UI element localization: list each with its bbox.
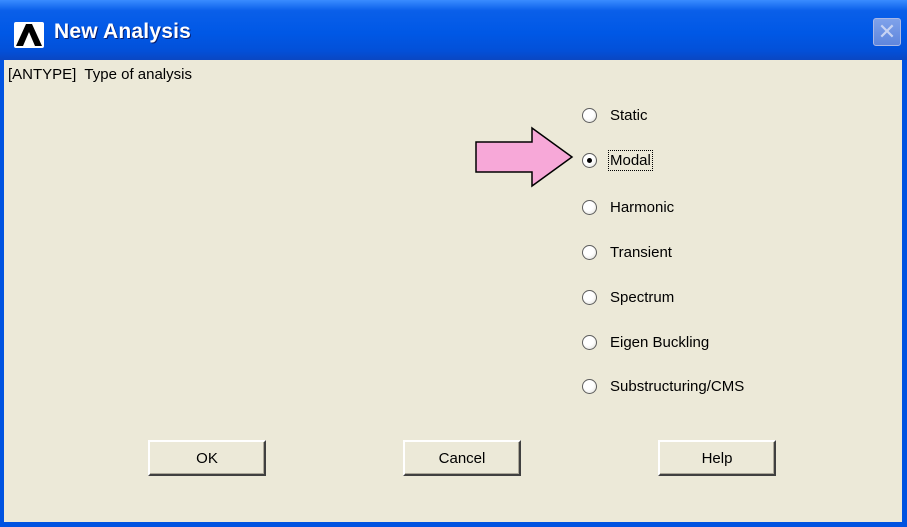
option-harmonic[interactable]: Harmonic bbox=[582, 196, 674, 218]
radio-modal[interactable] bbox=[582, 152, 597, 168]
option-modal[interactable]: Modal bbox=[582, 149, 653, 171]
radio-spectrum[interactable] bbox=[582, 289, 597, 305]
option-substructuring-cms-label: Substructuring/CMS bbox=[610, 377, 745, 395]
help-button[interactable]: Help bbox=[658, 440, 776, 476]
ansys-logo-icon bbox=[14, 22, 44, 48]
option-static[interactable]: Static bbox=[582, 104, 648, 126]
option-harmonic-label: Harmonic bbox=[610, 198, 675, 216]
option-spectrum[interactable]: Spectrum bbox=[582, 286, 674, 308]
option-spectrum-label: Spectrum bbox=[610, 288, 675, 306]
option-eigen-buckling[interactable]: Eigen Buckling bbox=[582, 331, 709, 353]
radio-substructuring-cms[interactable] bbox=[582, 378, 597, 394]
radio-harmonic[interactable] bbox=[582, 199, 597, 215]
radio-eigen-buckling[interactable] bbox=[582, 334, 597, 350]
option-transient[interactable]: Transient bbox=[582, 241, 672, 263]
pointer-arrow-annotation bbox=[475, 126, 574, 188]
option-modal-label: Modal bbox=[608, 149, 653, 171]
option-static-label: Static bbox=[610, 106, 648, 124]
cancel-button[interactable]: Cancel bbox=[403, 440, 521, 476]
dialog-body: [ANTYPE] Type of analysis Static Modal H… bbox=[4, 60, 902, 522]
option-substructuring-cms[interactable]: Substructuring/CMS bbox=[582, 375, 744, 397]
option-transient-label: Transient bbox=[610, 243, 672, 261]
title-bar[interactable]: New Analysis ✕ bbox=[0, 0, 907, 60]
close-button[interactable]: ✕ bbox=[873, 18, 901, 46]
radio-transient[interactable] bbox=[582, 244, 597, 260]
option-eigen-buckling-label: Eigen Buckling bbox=[610, 333, 710, 351]
radio-selected-dot bbox=[587, 157, 592, 163]
window-title: New Analysis bbox=[54, 20, 192, 43]
new-analysis-window: New Analysis ✕ [ANTYPE] Type of analysis… bbox=[0, 0, 907, 527]
analysis-type-heading: [ANTYPE] Type of analysis bbox=[8, 66, 192, 83]
radio-static[interactable] bbox=[582, 107, 597, 123]
ok-button[interactable]: OK bbox=[148, 440, 266, 476]
